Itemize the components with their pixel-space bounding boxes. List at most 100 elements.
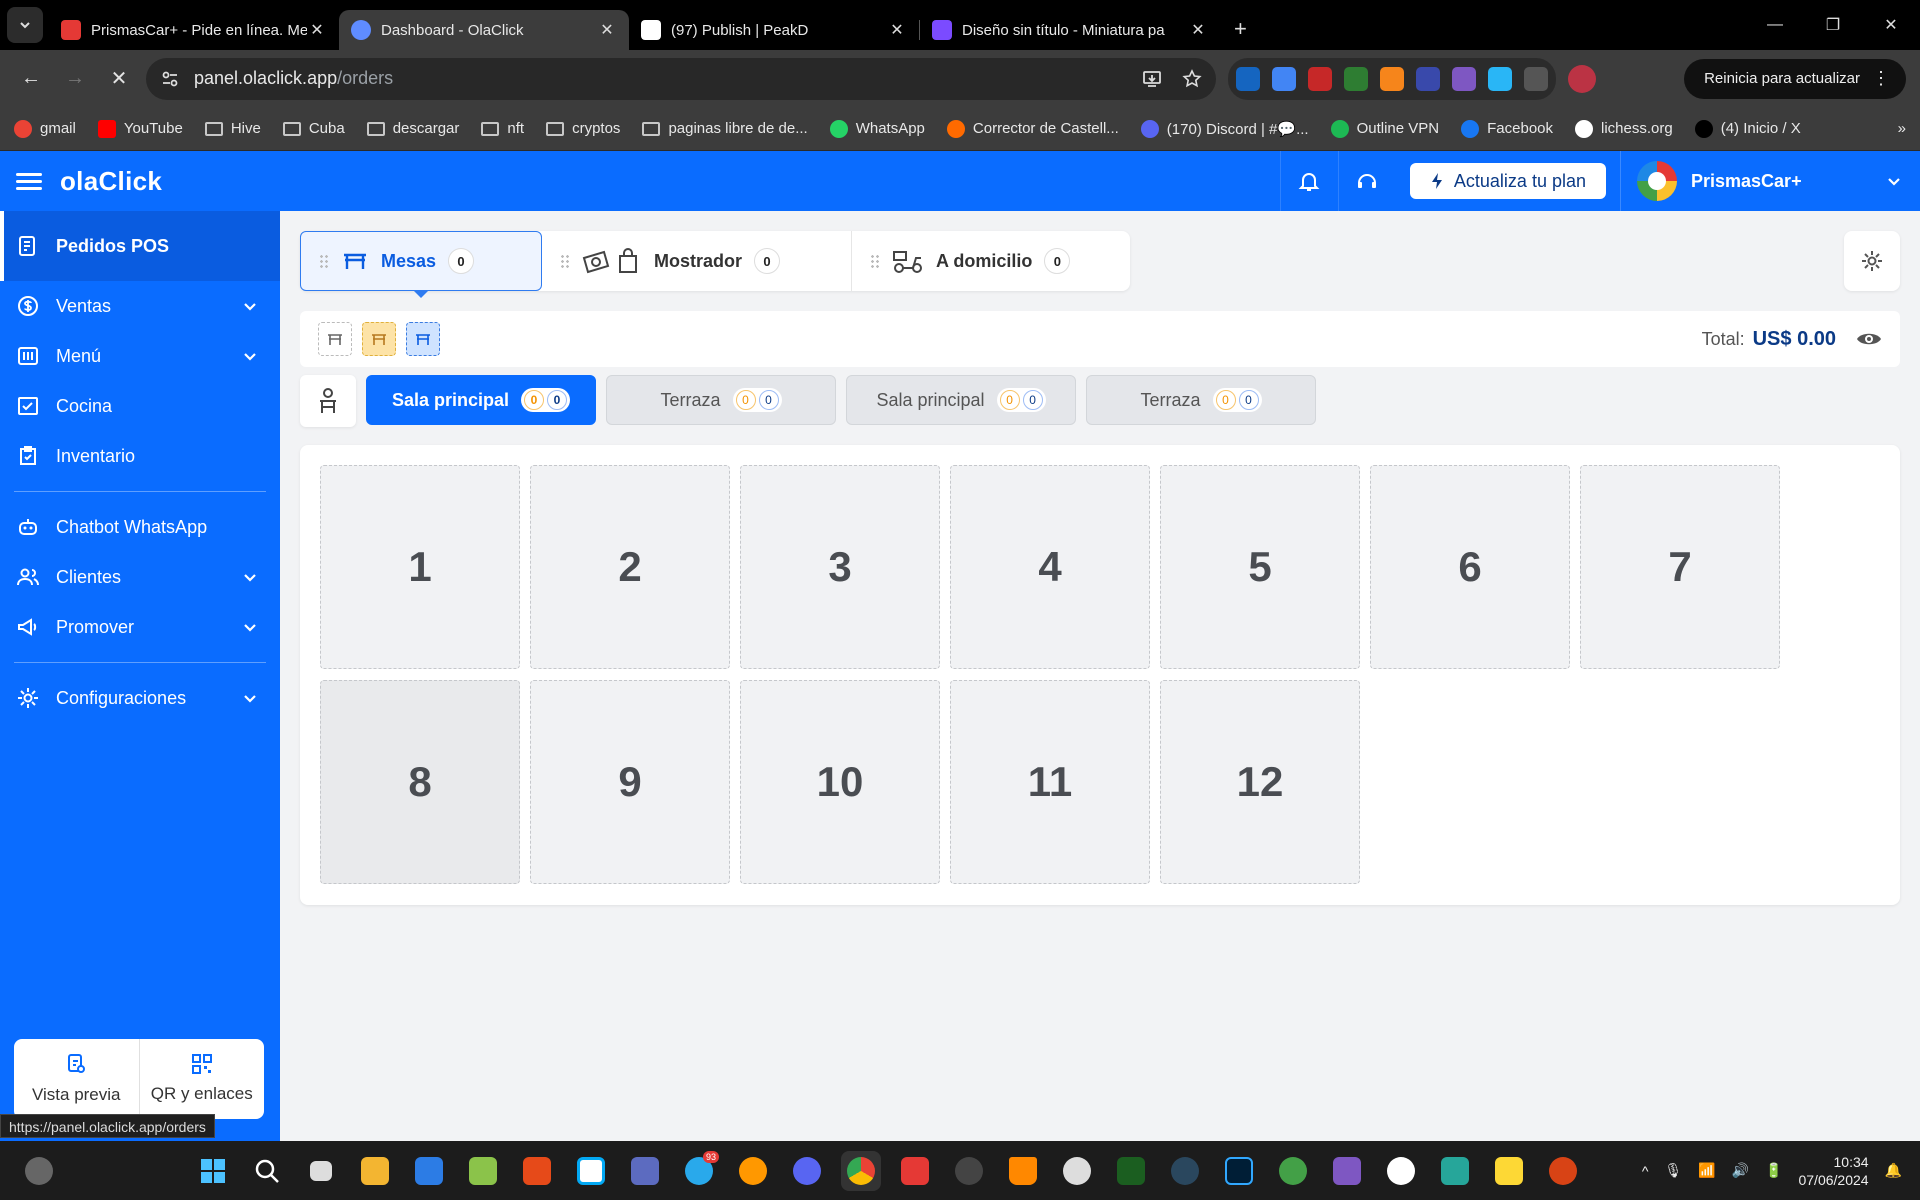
- sidebar-item-pedidos-pos[interactable]: Pedidos POS: [0, 211, 280, 281]
- app-icon[interactable]: [463, 1151, 503, 1191]
- close-window-icon[interactable]: ✕: [1862, 0, 1920, 50]
- app-icon[interactable]: [733, 1151, 773, 1191]
- back-arrow-icon[interactable]: ←: [14, 62, 48, 96]
- file-explorer-icon[interactable]: [355, 1151, 395, 1191]
- extension-icon[interactable]: [1236, 66, 1260, 91]
- app-icon[interactable]: [1111, 1151, 1151, 1191]
- sidebar-item-chatbot-whatsapp[interactable]: Chatbot WhatsApp: [0, 502, 280, 552]
- bookmark-item[interactable]: Corrector de Castell...: [946, 119, 1119, 138]
- extension-icon[interactable]: [1452, 66, 1476, 91]
- bookmark-star-icon[interactable]: [1182, 68, 1202, 89]
- chrome-icon[interactable]: [841, 1150, 881, 1191]
- app-icon[interactable]: [1381, 1151, 1421, 1191]
- browser-tab[interactable]: (97) Publish | PeakD ✕: [629, 10, 919, 50]
- telegram-icon[interactable]: 93: [679, 1150, 719, 1191]
- app-icon[interactable]: [1543, 1151, 1583, 1191]
- table-card[interactable]: 10: [740, 680, 940, 884]
- table-card[interactable]: 3: [740, 465, 940, 669]
- app-icon[interactable]: [571, 1151, 611, 1191]
- preview-button[interactable]: Vista previa: [14, 1039, 139, 1119]
- browser-tab-active[interactable]: Dashboard - OlaClick ✕: [339, 10, 629, 50]
- bookmark-item[interactable]: paginas libre de de...: [642, 120, 808, 137]
- bookmark-item[interactable]: Facebook: [1461, 119, 1553, 138]
- app-icon[interactable]: [895, 1151, 935, 1191]
- minimize-icon[interactable]: —: [1746, 0, 1804, 50]
- table-card[interactable]: 1: [320, 465, 520, 669]
- room-tab[interactable]: Sala principal 0 0: [366, 375, 596, 425]
- browser-tab[interactable]: PrismasCar+ - Pide en línea. Me ✕: [49, 10, 339, 50]
- qr-links-button[interactable]: QR y enlaces: [138, 1039, 265, 1119]
- extension-icon[interactable]: [1416, 66, 1440, 91]
- room-tab[interactable]: Terraza 0 0: [1086, 375, 1316, 425]
- widgets-icon[interactable]: [19, 1151, 59, 1191]
- drag-handle-icon[interactable]: [560, 254, 570, 268]
- table-card[interactable]: 7: [1580, 465, 1780, 669]
- room-tab[interactable]: Sala principal 0 0: [846, 375, 1076, 425]
- bookmark-item[interactable]: Cuba: [282, 120, 345, 137]
- app-icon[interactable]: [517, 1151, 557, 1191]
- bookmark-item[interactable]: YouTube: [97, 119, 183, 138]
- filter-occupied-tables[interactable]: [362, 322, 396, 356]
- waiter-button[interactable]: [300, 375, 356, 427]
- more-bookmarks-icon[interactable]: »: [1898, 120, 1906, 137]
- tab-search-button[interactable]: [7, 7, 43, 43]
- sidebar-item-configuraciones[interactable]: Configuraciones: [0, 673, 280, 723]
- close-icon[interactable]: ✕: [1188, 20, 1208, 40]
- table-card[interactable]: 12: [1160, 680, 1360, 884]
- store-icon[interactable]: [409, 1151, 449, 1191]
- stop-loading-icon[interactable]: ✕: [102, 62, 136, 96]
- restore-icon[interactable]: ❐: [1804, 0, 1862, 50]
- tab-mostrador[interactable]: Mostrador 0: [542, 231, 852, 291]
- discord-icon[interactable]: [787, 1151, 827, 1191]
- bookmark-item[interactable]: Hive: [204, 120, 261, 137]
- hamburger-menu-icon[interactable]: [16, 169, 42, 194]
- settings-button[interactable]: [1844, 231, 1900, 291]
- app-icon[interactable]: [1057, 1151, 1097, 1191]
- vlc-icon[interactable]: [1003, 1151, 1043, 1191]
- table-card[interactable]: 4: [950, 465, 1150, 669]
- search-icon[interactable]: [247, 1151, 287, 1191]
- more-vert-icon[interactable]: ⋮: [1872, 68, 1890, 89]
- bookmark-item[interactable]: (170) Discord | #💬...: [1140, 119, 1309, 138]
- app-icon[interactable]: [1273, 1151, 1313, 1191]
- app-icon[interactable]: [625, 1151, 665, 1191]
- bookmark-item[interactable]: lichess.org: [1575, 119, 1673, 138]
- eye-icon[interactable]: [1856, 330, 1882, 348]
- wifi-icon[interactable]: 📶: [1698, 1162, 1715, 1179]
- tab-mesas[interactable]: Mesas 0: [300, 231, 542, 298]
- bookmark-item[interactable]: Outline VPN: [1330, 119, 1439, 138]
- drag-handle-icon[interactable]: [319, 254, 329, 268]
- avatar[interactable]: [1568, 64, 1596, 93]
- app-icon[interactable]: [1435, 1151, 1475, 1191]
- app-icon[interactable]: [949, 1151, 989, 1191]
- task-view-icon[interactable]: [301, 1151, 341, 1191]
- filter-all-tables[interactable]: [318, 322, 352, 356]
- sidebar-item-inventario[interactable]: Inventario: [0, 431, 280, 481]
- chevron-up-icon[interactable]: ^: [1642, 1163, 1649, 1179]
- table-card[interactable]: 6: [1370, 465, 1570, 669]
- close-icon[interactable]: ✕: [597, 20, 617, 40]
- bookmark-item[interactable]: (4) Inicio / X: [1694, 119, 1801, 138]
- app-icon[interactable]: [1327, 1151, 1367, 1191]
- table-card[interactable]: 9: [530, 680, 730, 884]
- new-tab-plus-icon[interactable]: +: [1234, 16, 1247, 42]
- sidebar-item-clientes[interactable]: Clientes: [0, 552, 280, 602]
- upgrade-plan-button[interactable]: Actualiza tu plan: [1409, 163, 1606, 199]
- translate-extension-icon[interactable]: [1272, 66, 1296, 91]
- microphone-icon[interactable]: 🎙: [1664, 1162, 1682, 1179]
- bookmark-item[interactable]: cryptos: [546, 120, 620, 137]
- metamask-icon[interactable]: [1380, 66, 1404, 91]
- extension-icon[interactable]: [1308, 66, 1332, 91]
- close-icon[interactable]: ✕: [307, 20, 327, 40]
- drag-handle-icon[interactable]: [870, 254, 880, 268]
- clock[interactable]: 10:34 07/06/2024: [1798, 1153, 1868, 1189]
- room-tab[interactable]: Terraza 0 0: [606, 375, 836, 425]
- filter-free-tables[interactable]: [406, 322, 440, 356]
- browser-tab[interactable]: Diseño sin título - Miniatura pa ✕: [920, 10, 1220, 50]
- battery-icon[interactable]: 🔋: [1765, 1162, 1782, 1179]
- bookmark-item[interactable]: nft: [481, 120, 524, 137]
- sidebar-item-menú[interactable]: Menú: [0, 331, 280, 381]
- tab-a-domicilio[interactable]: A domicilio 0: [852, 231, 1130, 291]
- install-app-icon[interactable]: [1142, 69, 1162, 89]
- sidebar-item-promover[interactable]: Promover: [0, 602, 280, 652]
